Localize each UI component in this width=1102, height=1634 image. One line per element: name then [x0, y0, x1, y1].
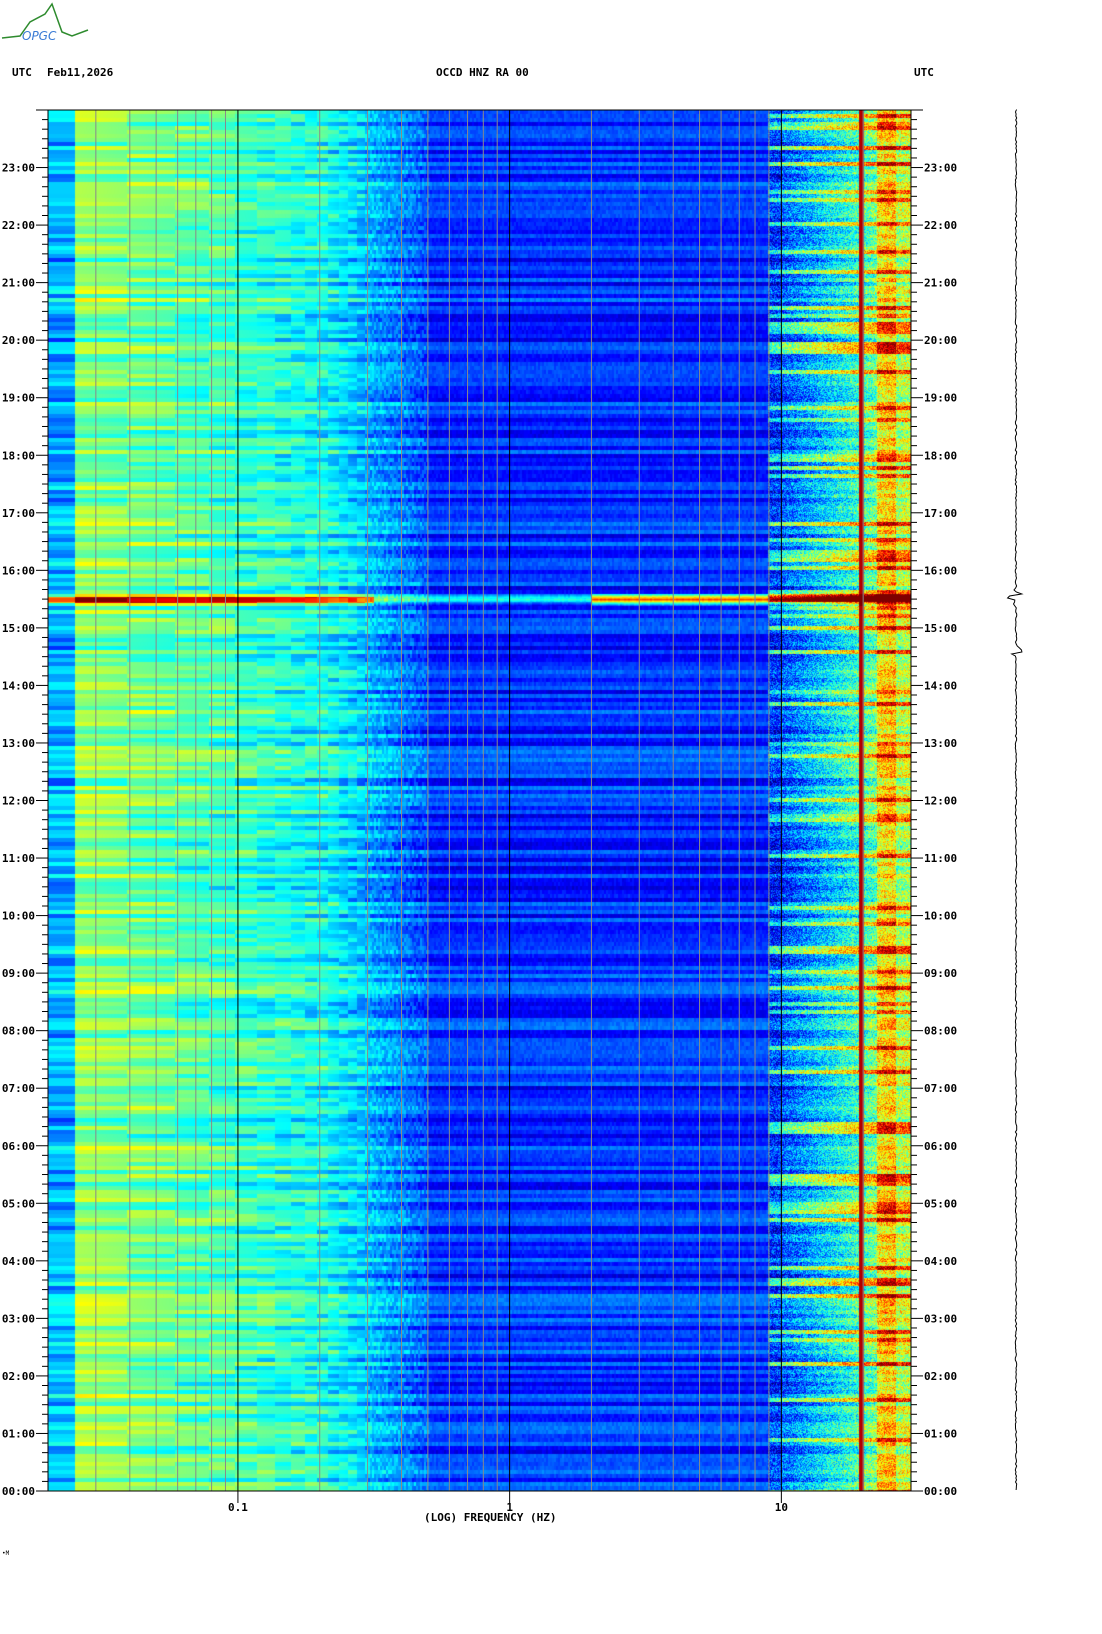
y-tick-label-left: 09:00 — [2, 967, 35, 980]
chart-axes-overlay: 0.1 1 1000:00 00:0001:00 01:0002:00 02:0003:0… — [2, 109, 1024, 1514]
y-tick-label-right: 09:00 — [924, 967, 957, 980]
seismogram-trace — [1006, 109, 1024, 1491]
y-tick-label-right: 02:00 — [924, 1370, 957, 1383]
y-tick-label-right: 05:00 — [924, 1197, 957, 1210]
y-tick-label-left: 14:00 — [2, 679, 35, 692]
y-tick-label-left: 21:00 — [2, 277, 35, 290]
y-tick-label-left: 01:00 — [2, 1427, 35, 1440]
y-tick-label-left: 08:00 — [2, 1025, 35, 1038]
y-tick-label-right: 14:00 — [924, 679, 957, 692]
y-tick-label-left: 03:00 — [2, 1312, 35, 1325]
y-tick-label-left: 15:00 — [2, 622, 35, 635]
y-tick-label-right: 16:00 — [924, 564, 957, 577]
y-tick-label-left: 07:00 — [2, 1082, 35, 1095]
y-tick-label-right: 23:00 — [924, 162, 957, 175]
y-tick-label-left: 13:00 — [2, 737, 35, 750]
footer-mark: •M — [2, 1550, 10, 1557]
y-tick-label-left: 23:00 — [2, 162, 35, 175]
y-tick-label-left: 00:00 — [2, 1485, 35, 1498]
y-tick-label-right: 20:00 — [924, 334, 957, 347]
y-tick-label-right: 00:00 — [924, 1485, 957, 1498]
y-tick-label-right: 17:00 — [924, 507, 957, 520]
y-tick-label-right: 15:00 — [924, 622, 957, 635]
y-tick-label-right: 07:00 — [924, 1082, 957, 1095]
y-tick-label-right: 08:00 — [924, 1025, 957, 1038]
y-tick-label-right: 18:00 — [924, 449, 957, 462]
x-axis-label: (LOG) FREQUENCY (HZ) — [424, 1511, 557, 1524]
x-tick-label: 0.1 — [228, 1501, 248, 1514]
y-tick-label-left: 04:00 — [2, 1255, 35, 1268]
y-tick-label-right: 12:00 — [924, 795, 957, 808]
y-tick-label-left: 17:00 — [2, 507, 35, 520]
y-tick-label-left: 20:00 — [2, 334, 35, 347]
y-tick-label-right: 21:00 — [924, 277, 957, 290]
y-tick-label-right: 10:00 — [924, 910, 957, 923]
y-tick-label-right: 13:00 — [924, 737, 957, 750]
y-tick-label-left: 10:00 — [2, 910, 35, 923]
y-tick-label-right: 11:00 — [924, 852, 957, 865]
y-tick-label-left: 18:00 — [2, 449, 35, 462]
y-tick-label-left: 12:00 — [2, 795, 35, 808]
x-tick-label: 10 — [775, 1501, 788, 1514]
y-tick-label-left: 22:00 — [2, 219, 35, 232]
y-tick-label-right: 22:00 — [924, 219, 957, 232]
y-tick-label-left: 06:00 — [2, 1140, 35, 1153]
y-tick-label-right: 03:00 — [924, 1312, 957, 1325]
y-tick-label-left: 02:00 — [2, 1370, 35, 1383]
y-tick-label-left: 19:00 — [2, 392, 35, 405]
y-tick-label-right: 19:00 — [924, 392, 957, 405]
y-tick-label-left: 11:00 — [2, 852, 35, 865]
y-tick-label-left: 16:00 — [2, 564, 35, 577]
y-tick-label-right: 04:00 — [924, 1255, 957, 1268]
y-tick-label-right: 06:00 — [924, 1140, 957, 1153]
y-tick-label-right: 01:00 — [924, 1427, 957, 1440]
y-tick-label-left: 05:00 — [2, 1197, 35, 1210]
